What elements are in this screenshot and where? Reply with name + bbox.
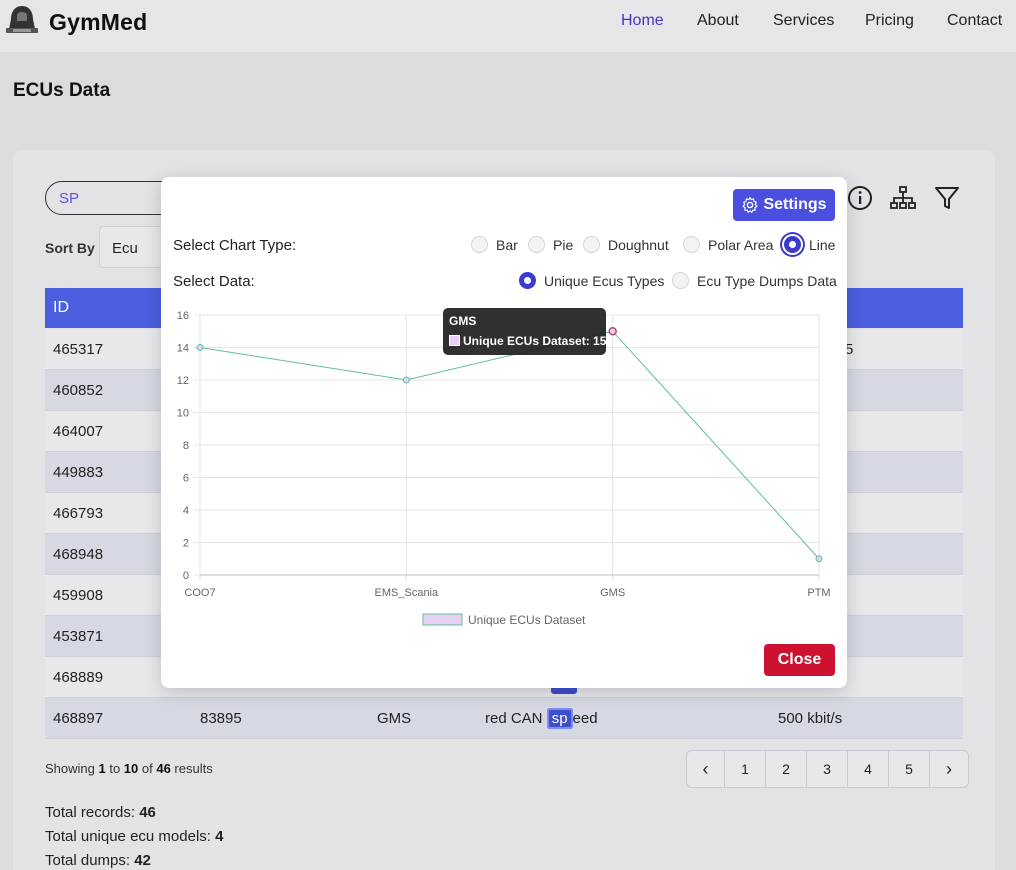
hierarchy-icon[interactable] xyxy=(889,184,917,212)
next-page-button[interactable]: › xyxy=(930,751,968,787)
y-tick-label: 14 xyxy=(177,343,189,355)
prev-page-button[interactable]: ‹ xyxy=(687,751,725,787)
data-point xyxy=(815,555,823,563)
data-point xyxy=(608,327,617,336)
sort-by-label: Sort By xyxy=(45,240,95,256)
showing-of-word: of xyxy=(138,761,157,776)
showing-from: 1 xyxy=(98,761,106,776)
nav-services[interactable]: Services xyxy=(773,12,834,30)
page-title: ECUs Data xyxy=(13,80,111,101)
y-tick-label: 8 xyxy=(183,440,189,452)
pagination: ‹ 1 2 3 4 5 › xyxy=(686,750,969,788)
page-button-2[interactable]: 2 xyxy=(766,751,807,787)
chart-tooltip: GMS Unique ECUs Dataset: 15 xyxy=(443,308,606,355)
stat-unique-models: Total unique ecu models: 4 xyxy=(45,828,223,845)
search-highlight: sp xyxy=(546,708,573,729)
cell-description: red CAN sp eed xyxy=(485,708,598,729)
stat-total-records: Total records: 46 xyxy=(45,804,156,821)
cell-ecu: GMS xyxy=(377,710,412,727)
cell-id: 468948 xyxy=(53,546,104,563)
close-button[interactable]: Close xyxy=(764,644,835,676)
page-button-5[interactable]: 5 xyxy=(889,751,930,787)
cell-id: 460852 xyxy=(53,382,104,399)
nav-home[interactable]: Home xyxy=(621,12,664,30)
y-tick-label: 12 xyxy=(177,375,189,387)
cell-id: 465317 xyxy=(53,341,104,358)
page-button-1[interactable]: 1 xyxy=(725,751,766,787)
filter-icon[interactable] xyxy=(933,184,961,212)
stat-label: Total records: xyxy=(45,804,140,821)
info-icon[interactable] xyxy=(846,184,874,212)
page-button-4[interactable]: 4 xyxy=(848,751,889,787)
description-text-pre: red CAN xyxy=(485,710,547,727)
legend-label: Unique ECUs Dataset xyxy=(468,613,586,627)
tooltip-title: GMS xyxy=(449,314,477,328)
results-summary: Showing 1 to 10 of 46 results xyxy=(45,761,213,776)
cell-number: 83895 xyxy=(200,710,242,727)
showing-suffix: results xyxy=(170,761,213,776)
stat-value: 42 xyxy=(134,852,151,869)
x-tick-label: PTM xyxy=(807,587,830,599)
brand-name[interactable]: GymMed xyxy=(49,9,147,36)
showing-total: 46 xyxy=(156,761,171,776)
showing-to-word: to xyxy=(105,761,124,776)
table-row[interactable]: 468897 83895 GMS red CAN sp eed 500 kbit/… xyxy=(45,698,963,739)
y-tick-label: 2 xyxy=(183,538,189,550)
cell-id: 459908 xyxy=(53,587,104,604)
stat-label: Total unique ecu models: xyxy=(45,828,216,845)
hooded-figure-logo-icon[interactable] xyxy=(5,4,39,36)
stat-value: 4 xyxy=(215,828,224,845)
nav-pricing[interactable]: Pricing xyxy=(865,12,914,30)
stat-total-dumps: Total dumps: 42 xyxy=(45,852,151,869)
stat-label: Total dumps: xyxy=(45,852,135,869)
stat-value: 46 xyxy=(139,804,156,821)
column-header-id[interactable]: ID xyxy=(53,299,69,317)
x-tick-label: COO7 xyxy=(184,587,215,599)
y-tick-label: 16 xyxy=(177,310,189,322)
cell-id: 466793 xyxy=(53,505,104,522)
cell-speed: 500 kbit/s xyxy=(778,710,843,727)
showing-to: 10 xyxy=(123,761,139,776)
cell-id: 468889 xyxy=(53,669,104,686)
description-text-post: eed xyxy=(572,710,598,727)
nav-contact[interactable]: Contact xyxy=(947,12,1002,30)
x-tick-label: GMS xyxy=(600,587,625,599)
showing-prefix: Showing xyxy=(45,761,99,776)
cell-id: 468897 xyxy=(53,710,104,727)
cell-id: 453871 xyxy=(53,628,104,645)
data-point xyxy=(402,376,410,384)
page-button-3[interactable]: 3 xyxy=(807,751,848,787)
data-point xyxy=(196,344,204,351)
y-tick-label: 0 xyxy=(183,570,189,582)
x-tick-label: EMS_Scania xyxy=(375,587,439,599)
nav-about[interactable]: About xyxy=(697,12,739,30)
line-chart[interactable]: 0 2 4 6 8 10 12 14 16 COO7 EMS_Scania GMS PTM Unique … xyxy=(161,177,847,637)
cell-id: 464007 xyxy=(53,423,104,440)
y-tick-label: 10 xyxy=(177,408,189,420)
y-tick-label: 4 xyxy=(183,505,189,517)
tooltip-body: Unique ECUs Dataset: 15 xyxy=(463,334,607,348)
y-tick-label: 6 xyxy=(183,473,189,485)
cell-id: 449883 xyxy=(53,464,104,481)
search-highlight-partial xyxy=(551,688,577,694)
navbar: GymMed Home About Services Pricing Conta… xyxy=(0,0,1016,52)
legend-swatch xyxy=(422,613,463,626)
chart-modal: Settings Select Chart Type: Bar Pie Doug… xyxy=(161,177,847,688)
tooltip-swatch xyxy=(449,335,460,346)
